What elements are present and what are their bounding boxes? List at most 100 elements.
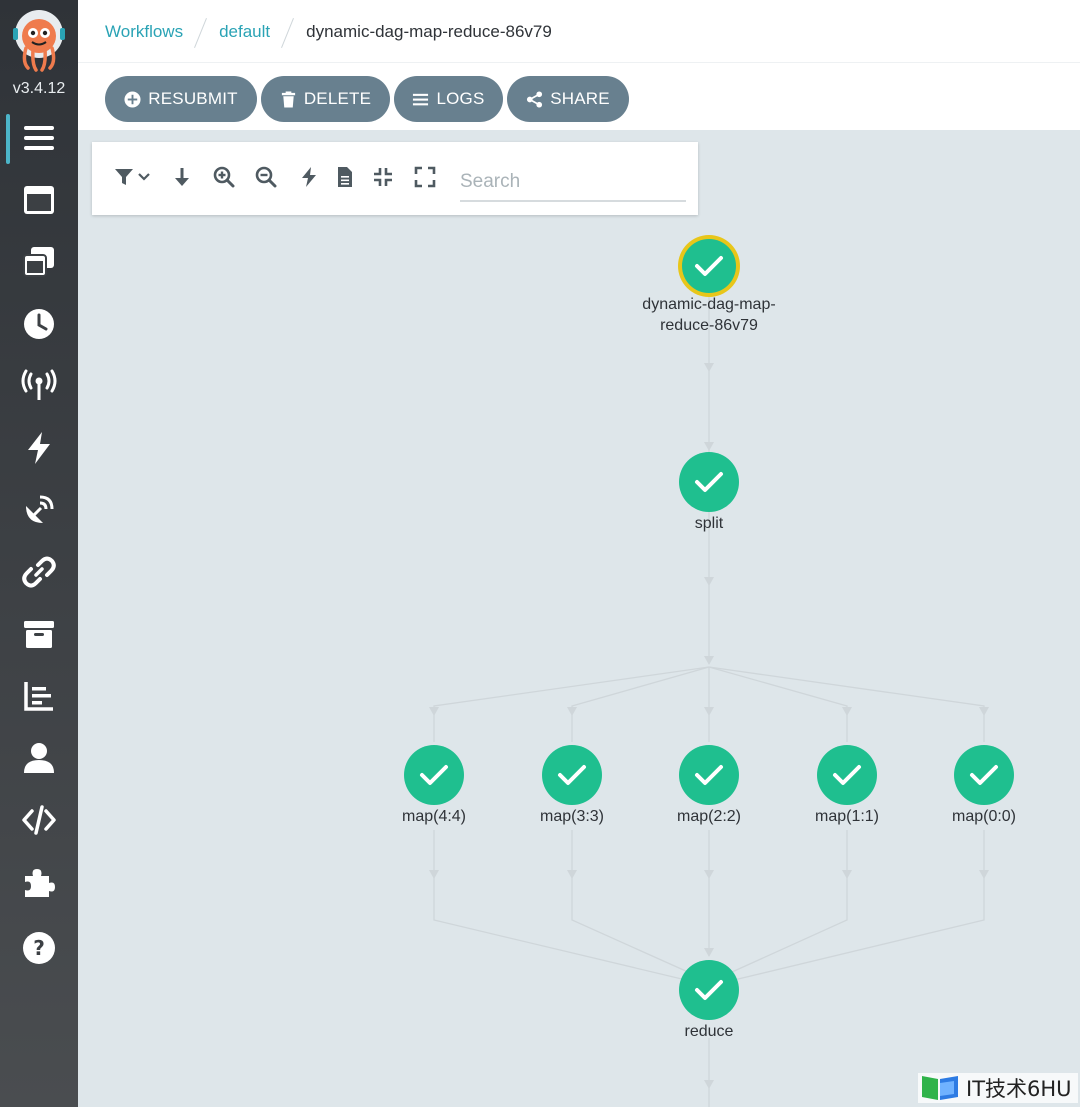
list-icon: [413, 93, 429, 105]
resubmit-button[interactable]: RESUBMIT: [105, 76, 257, 122]
arrow-head: [704, 948, 714, 957]
node-label-map-3: map(3:3): [540, 808, 604, 825]
sidebar-item-workflow-templates[interactable]: [0, 172, 78, 228]
breadcrumb: Workflows default dynamic-dag-map-reduce…: [105, 18, 552, 46]
file-icon: [338, 167, 352, 187]
node-map-4[interactable]: [404, 745, 464, 805]
edge-hub-map-3: [571, 666, 710, 742]
breadcrumb-workflows[interactable]: Workflows: [105, 22, 183, 42]
node-status-succeeded: [682, 239, 736, 293]
sidebar-item-cron-workflows[interactable]: [0, 296, 78, 352]
breadcrumb-namespace[interactable]: default: [219, 22, 270, 42]
layout-direction-button[interactable]: [169, 164, 195, 190]
node-map-0[interactable]: [954, 745, 1014, 805]
node-label-reduce: reduce: [685, 1023, 734, 1040]
sidebar-item-sensors[interactable]: [0, 420, 78, 476]
filter-button[interactable]: [112, 164, 154, 190]
arrow-head: [704, 870, 714, 879]
zoom-in-button[interactable]: [211, 164, 237, 190]
sidebar-item-event-sources[interactable]: [0, 358, 78, 414]
top-header: Workflows default dynamic-dag-map-reduce…: [78, 0, 1080, 62]
report-icon: [24, 682, 53, 711]
clone-icon: [23, 247, 54, 277]
node-map-3[interactable]: [542, 745, 602, 805]
node-reduce[interactable]: [679, 960, 739, 1020]
broadcast-icon: [21, 369, 57, 400]
clock-icon: [24, 309, 54, 339]
workflow-graph[interactable]: dynamic-dag-map- reduce-86v79 split map(…: [78, 130, 1080, 1107]
node-label-map-0: map(0:0): [952, 808, 1016, 825]
delete-label: DELETE: [303, 89, 372, 108]
app-version: v3.4.12: [12, 80, 66, 97]
arrow-head: [704, 363, 714, 372]
node-label-split: split: [695, 515, 724, 532]
filter-icon: [115, 169, 150, 185]
plus-circle-icon: [124, 90, 141, 108]
delete-button[interactable]: DELETE: [261, 76, 390, 122]
svg-text:?: ?: [33, 936, 45, 960]
sidebar-item-reports[interactable]: [0, 668, 78, 724]
sidebar-item-archived-workflows[interactable]: [0, 606, 78, 662]
node-map-2[interactable]: [679, 745, 739, 805]
arrow-head: [704, 1080, 714, 1089]
zoom-in-icon: [213, 166, 235, 188]
action-bar: RESUBMIT DELETE LOGS SHARE: [78, 62, 1080, 130]
arrow-head: [704, 442, 714, 451]
sidebar-item-api-docs[interactable]: [0, 792, 78, 848]
node-status-succeeded: [679, 452, 739, 512]
fast-render-button[interactable]: [296, 164, 322, 190]
collapse-button[interactable]: [370, 164, 396, 190]
arrow-head: [567, 707, 577, 716]
sidebar-item-cluster-workflow-templates[interactable]: [0, 234, 78, 290]
arrow-head: [429, 870, 439, 879]
graph-search-input[interactable]: [460, 164, 686, 202]
arrow-head: [704, 656, 714, 665]
book-logo-icon: [922, 1076, 958, 1100]
sidebar-item-user[interactable]: [0, 730, 78, 786]
arrow-head: [979, 870, 989, 879]
node-split[interactable]: [679, 452, 739, 512]
node-label-root-line1: dynamic-dag-map-: [642, 296, 775, 313]
artifacts-button[interactable]: [332, 164, 358, 190]
node-label-map-1: map(1:1): [815, 808, 879, 825]
share-button[interactable]: SHARE: [507, 76, 629, 122]
puzzle-icon: [25, 869, 55, 897]
node-status-succeeded: [954, 745, 1014, 805]
node-status-succeeded: [679, 745, 739, 805]
arrow-head: [704, 707, 714, 716]
arrow-down-icon: [175, 168, 189, 186]
edge-map-0-reduce: [733, 830, 985, 981]
arrow-head: [429, 707, 439, 716]
node-label-root-line2: reduce-86v79: [660, 317, 758, 334]
edge-hub-map-1: [708, 666, 848, 742]
node-label-map-4: map(4:4): [402, 808, 466, 825]
help-icon: ?: [23, 932, 55, 964]
sidebar-item-event-flow[interactable]: [0, 482, 78, 538]
node-map-1[interactable]: [817, 745, 877, 805]
sidebar-item-plugins[interactable]: [0, 854, 78, 910]
sidebar-item-help[interactable]: ?: [0, 920, 78, 976]
sidebar: v3.4.12 ?: [0, 0, 78, 1107]
trash-icon: [281, 90, 295, 108]
sidebar-item-event-bindings[interactable]: [0, 544, 78, 600]
node-root[interactable]: [678, 235, 740, 297]
archive-icon: [24, 621, 54, 648]
window-icon: [24, 186, 54, 214]
code-icon: [22, 805, 56, 835]
arrow-head: [842, 870, 852, 879]
expand-button[interactable]: [412, 164, 438, 190]
argo-logo[interactable]: [10, 8, 68, 72]
logs-button[interactable]: LOGS: [394, 76, 503, 122]
zoom-out-icon: [255, 166, 277, 188]
node-status-succeeded: [679, 960, 739, 1020]
arrow-head: [979, 707, 989, 716]
zoom-out-button[interactable]: [253, 164, 279, 190]
breadcrumb-separator: [195, 18, 207, 46]
sidebar-item-workflows[interactable]: [0, 110, 78, 166]
bolt-icon: [28, 432, 50, 464]
edge-map-3-reduce: [571, 830, 689, 973]
hamburger-icon: [24, 126, 54, 150]
watermark-text: IT技术6HU: [966, 1077, 1072, 1101]
edge-map-4-reduce: [433, 830, 687, 981]
bolt-icon: [302, 167, 316, 187]
